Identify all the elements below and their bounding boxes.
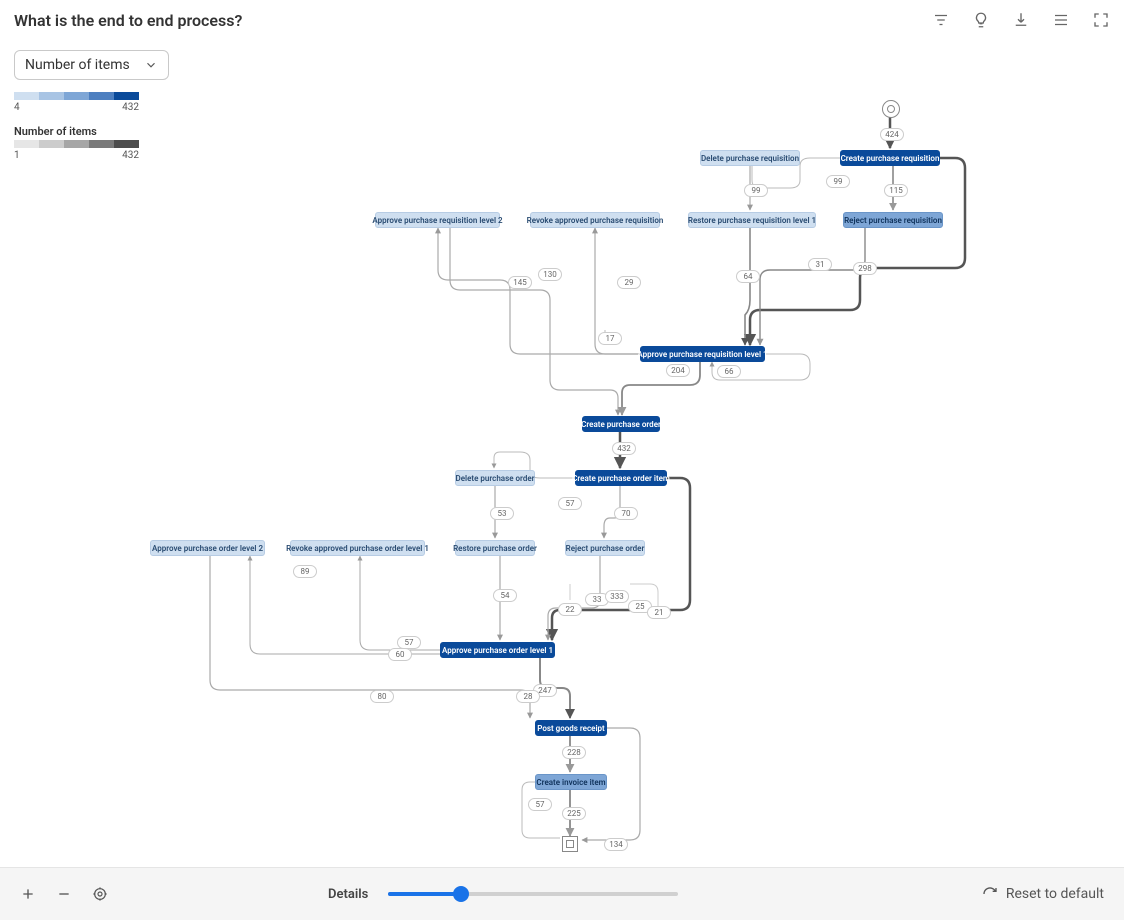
node-approve-po-l2[interactable]: Approve purchase order level 2 xyxy=(150,540,265,556)
node-create-po[interactable]: Create purchase order xyxy=(582,416,660,432)
node-post-gr[interactable]: Post goods receipt xyxy=(535,720,607,736)
node-create-pr[interactable]: Create purchase requisition xyxy=(840,150,940,166)
filter-icon[interactable] xyxy=(932,11,950,29)
edge-count: 130 xyxy=(538,268,562,281)
node-revoke-po-l1[interactable]: Revoke approved purchase order level 1 xyxy=(290,540,425,556)
process-canvas[interactable]: Delete purchase requisition Create purch… xyxy=(0,40,1124,868)
edge-count: 432 xyxy=(612,442,636,455)
edge-count: 31 xyxy=(808,258,832,271)
edge-count: 115 xyxy=(884,184,908,197)
edge-count: 21 xyxy=(647,606,671,619)
node-approve-pr-l1[interactable]: Approve purchase requisition level 1 xyxy=(640,346,765,362)
edge-count: 66 xyxy=(717,365,741,378)
recenter-button[interactable] xyxy=(92,886,108,902)
edge-count: 89 xyxy=(293,565,317,578)
edge-count: 57 xyxy=(528,798,552,811)
details-slider[interactable] xyxy=(388,892,678,896)
node-restore-po[interactable]: Restore purchase order xyxy=(455,540,535,556)
fullscreen-icon[interactable] xyxy=(1092,11,1110,29)
download-icon[interactable] xyxy=(1012,11,1030,29)
node-delete-po[interactable]: Delete purchase order xyxy=(455,470,535,486)
page-title: What is the end to end process? xyxy=(14,11,242,30)
refresh-icon xyxy=(982,886,998,902)
zoom-out-button[interactable] xyxy=(56,886,72,902)
edge-count: 70 xyxy=(614,507,638,520)
edge-count: 225 xyxy=(562,807,586,820)
edge-count: 424 xyxy=(880,128,904,141)
end-node[interactable] xyxy=(562,836,578,852)
edge-count: 333 xyxy=(605,590,629,603)
edge-count: 134 xyxy=(604,838,628,851)
lightbulb-icon[interactable] xyxy=(972,11,990,29)
details-label: Details xyxy=(328,887,368,902)
start-node[interactable] xyxy=(882,100,900,118)
node-revoke-pr[interactable]: Revoke approved purchase requisition xyxy=(530,212,660,228)
node-reject-pr[interactable]: Reject purchase requisition xyxy=(843,212,943,228)
node-restore-pr-l1[interactable]: Restore purchase requisition level 1 xyxy=(688,212,816,228)
edge-count: 228 xyxy=(562,746,586,759)
node-delete-pr[interactable]: Delete purchase requisition xyxy=(700,150,800,166)
node-create-po-item[interactable]: Create purchase order item xyxy=(575,470,667,486)
menu-icon[interactable] xyxy=(1052,11,1070,29)
reset-button[interactable]: Reset to default xyxy=(982,886,1104,902)
node-reject-po[interactable]: Reject purchase order xyxy=(565,540,645,556)
node-create-inv[interactable]: Create invoice item xyxy=(535,774,607,790)
edge-count: 17 xyxy=(598,332,622,345)
zoom-in-button[interactable] xyxy=(20,886,36,902)
edge-count: 29 xyxy=(617,276,641,289)
edge-count: 204 xyxy=(666,364,690,377)
edge-count: 53 xyxy=(490,507,514,520)
edge-count: 22 xyxy=(558,603,582,616)
edge-count: 145 xyxy=(508,276,532,289)
edge-count: 60 xyxy=(388,648,412,661)
edge-count: 99 xyxy=(744,184,768,197)
node-approve-po-l1[interactable]: Approve purchase order level 1 xyxy=(440,642,555,658)
edge-count: 80 xyxy=(370,690,394,703)
edge-count: 54 xyxy=(493,589,517,602)
edge-count: 28 xyxy=(516,690,540,703)
edge-count: 57 xyxy=(558,497,582,510)
edge-count: 99 xyxy=(826,175,850,188)
node-approve-pr-l2[interactable]: Approve purchase requisition level 2 xyxy=(375,212,500,228)
edge-count: 298 xyxy=(853,262,877,275)
edge-count: 64 xyxy=(736,270,760,283)
